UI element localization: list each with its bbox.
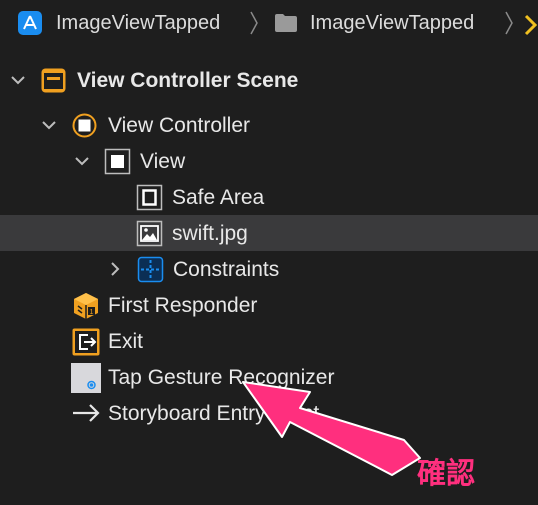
breadcrumb-separator-icon xyxy=(250,11,258,35)
view-controller-label: View Controller xyxy=(108,114,251,137)
outline-row-scene[interactable]: View Controller Scene xyxy=(0,62,538,98)
scene-icon xyxy=(41,68,66,93)
svg-text:1: 1 xyxy=(90,309,94,316)
scene-label: View Controller Scene xyxy=(77,69,299,92)
xcode-app-icon[interactable] xyxy=(18,11,42,35)
entry-point-label: Storyboard Entry Point xyxy=(108,402,320,425)
folder-icon xyxy=(275,14,297,32)
chevron-right-icon[interactable] xyxy=(106,260,124,278)
image-view-label: swift.jpg xyxy=(172,222,248,245)
view-icon xyxy=(104,148,131,175)
first-responder-label: First Responder xyxy=(108,294,258,317)
jump-bar: ImageViewTapped ImageViewTapped xyxy=(0,0,538,50)
outline-row-exit[interactable]: Exit xyxy=(0,323,538,359)
chevron-down-icon[interactable] xyxy=(9,71,27,89)
image-icon xyxy=(136,220,163,247)
outline-row-entry-point[interactable]: Storyboard Entry Point xyxy=(0,395,538,431)
outline-row-image-view[interactable]: swift.jpg xyxy=(0,215,538,251)
constraints-icon xyxy=(137,256,164,283)
outline-row-constraints[interactable]: Constraints xyxy=(0,251,538,287)
chevron-right-icon[interactable] xyxy=(524,12,538,38)
chevron-down-icon[interactable] xyxy=(40,116,58,134)
safe-area-icon xyxy=(136,184,163,211)
constraints-label: Constraints xyxy=(173,258,280,281)
annotation-text: 確認 xyxy=(417,458,476,490)
exit-icon xyxy=(72,328,100,356)
first-responder-icon: 1 xyxy=(74,293,98,319)
chevron-down-icon[interactable] xyxy=(73,152,91,170)
tap-gesture-label: Tap Gesture Recognizer xyxy=(108,366,335,389)
outline-row-first-responder[interactable]: 1 First Responder xyxy=(0,287,538,323)
breadcrumb-folder[interactable]: ImageViewTapped xyxy=(310,12,474,35)
safe-area-label: Safe Area xyxy=(172,186,265,209)
breadcrumb-separator-icon xyxy=(505,11,513,35)
arrow-right-icon xyxy=(73,404,100,422)
outline-row-safe-area[interactable]: Safe Area xyxy=(0,179,538,215)
outline-row-view[interactable]: View xyxy=(0,143,538,179)
outline-row-tap-gesture[interactable]: Tap Gesture Recognizer xyxy=(0,359,538,395)
view-label: View xyxy=(140,150,186,173)
gesture-icon xyxy=(71,363,101,393)
outline-row-view-controller[interactable]: View Controller xyxy=(0,107,538,143)
breadcrumb-project[interactable]: ImageViewTapped xyxy=(56,12,220,35)
view-controller-icon xyxy=(72,113,97,138)
exit-label: Exit xyxy=(108,330,144,353)
